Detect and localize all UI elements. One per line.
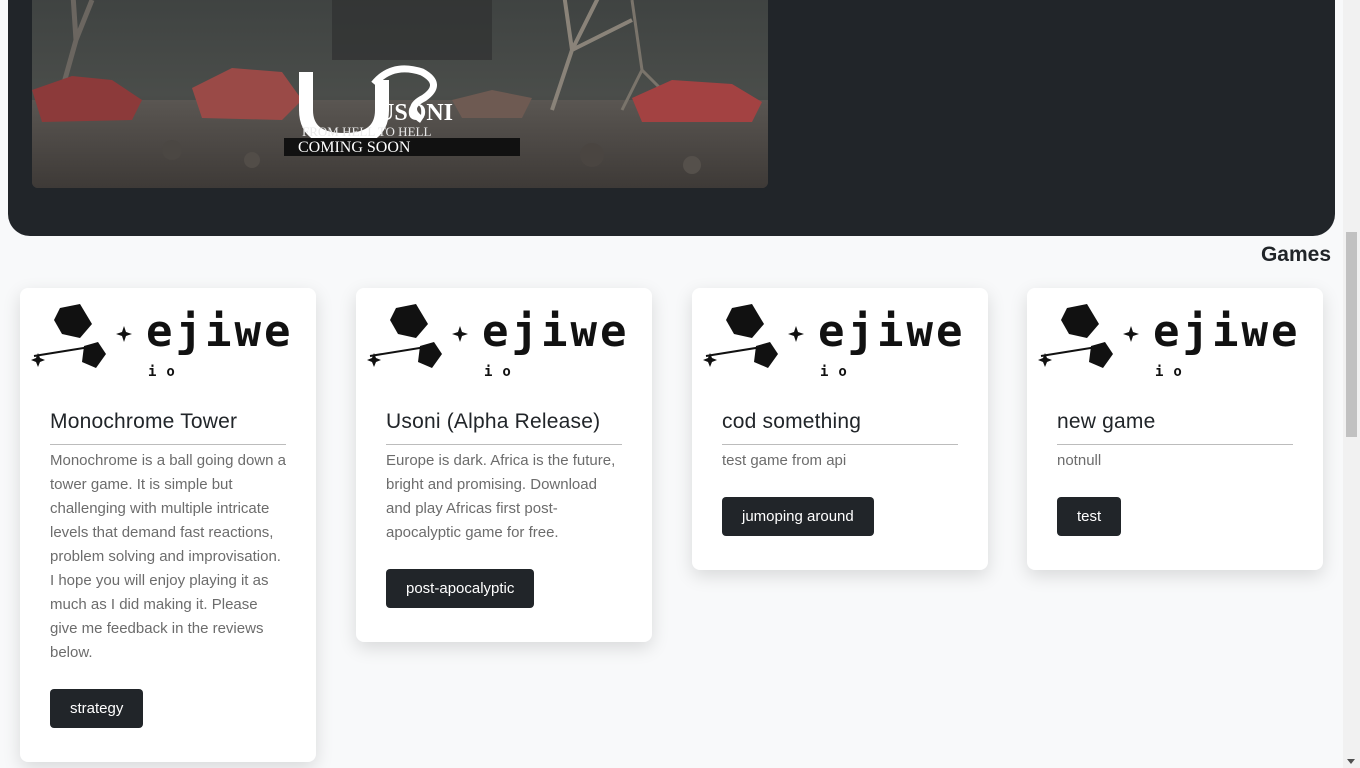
tag-button[interactable]: post-apocalyptic [386, 569, 535, 608]
vertical-scrollbar[interactable] [1343, 0, 1360, 768]
games-section-title: Games [1260, 243, 1331, 266]
svg-text:ejiwe: ejiwe [818, 306, 965, 357]
svg-text:io: io [148, 364, 185, 380]
svg-text:io: io [1155, 364, 1192, 380]
hero-panel: USONI FROM HELL TO HELL COMING SOON [8, 0, 1335, 236]
banner-status: COMING SOON [298, 139, 411, 156]
svg-text:ejiwe: ejiwe [146, 306, 293, 357]
card-title[interactable]: Usoni (Alpha Release) [386, 410, 622, 445]
card-description: Europe is dark. Africa is the future, br… [386, 452, 616, 541]
tag-button[interactable]: jumoping around [722, 497, 874, 536]
svg-text:ejiwe: ejiwe [482, 306, 629, 357]
card-logo-image: ejiwe io [700, 294, 980, 390]
banner-logo-text: USONI [377, 100, 453, 126]
scrollbar-thumb[interactable] [1346, 232, 1357, 437]
svg-text:ejiwe: ejiwe [1153, 306, 1300, 357]
card-title[interactable]: Monochrome Tower [50, 410, 286, 445]
card-logo-image: ejiwe io [1035, 294, 1315, 390]
game-card[interactable]: ejiwe io Monochrome Tower Monochrome is … [20, 288, 316, 762]
game-card[interactable]: ejiwe io new game notnull test [1027, 288, 1323, 570]
card-logo-image: ejiwe io [28, 294, 308, 390]
scroll-down-arrow-icon[interactable] [1347, 759, 1355, 764]
tag-button[interactable]: strategy [50, 689, 144, 728]
usoni-banner-image[interactable]: USONI FROM HELL TO HELL COMING SOON [32, 0, 768, 188]
card-description: test game from api [722, 452, 847, 469]
game-card[interactable]: ejiwe io Usoni (Alpha Release) Europe is… [356, 288, 652, 642]
card-description: Monochrome is a ball going down a tower … [50, 452, 286, 661]
card-description: notnull [1057, 452, 1102, 469]
page: USONI FROM HELL TO HELL COMING SOON Game… [0, 0, 1360, 768]
banner-tagline: FROM HELL TO HELL [302, 124, 431, 139]
game-card[interactable]: ejiwe io cod something test game from ap… [692, 288, 988, 570]
svg-text:io: io [484, 364, 521, 380]
card-title[interactable]: new game [1057, 410, 1293, 445]
svg-text:io: io [820, 364, 857, 380]
card-logo-image: ejiwe io [364, 294, 644, 390]
tag-button[interactable]: test [1057, 497, 1122, 536]
card-title[interactable]: cod something [722, 410, 958, 445]
